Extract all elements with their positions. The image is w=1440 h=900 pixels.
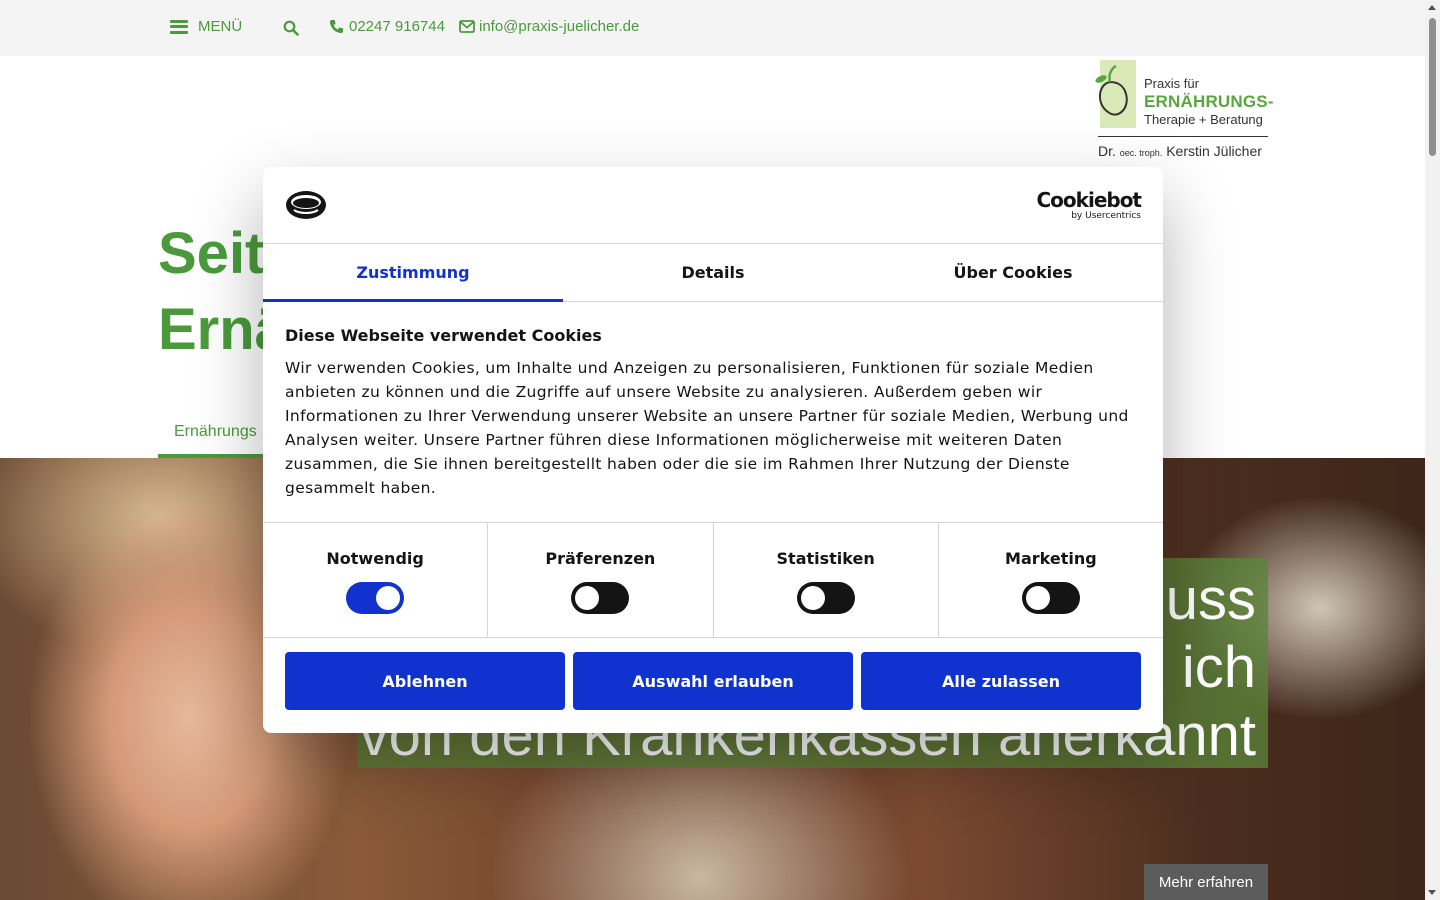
tab-ueber-cookies[interactable]: Über Cookies [863, 244, 1163, 301]
cookie-dialog-header: Cookiebot by Usercentrics [263, 167, 1163, 244]
toggle-group-notwendig: Notwendig [263, 523, 489, 637]
allow-selection-button[interactable]: Auswahl erlauben [573, 652, 853, 710]
toggle-switch-statistiken[interactable] [796, 582, 855, 614]
cookie-category-toggles: Notwendig Präferenzen Statistiken Market… [263, 522, 1163, 638]
toggle-switch-marketing[interactable] [1021, 582, 1080, 614]
cookiebot-brand: Cookiebot by Usercentrics [1036, 188, 1142, 221]
toggle-label-praeferenzen: Präferenzen [545, 549, 656, 568]
toggle-label-notwendig: Notwendig [326, 549, 424, 568]
tab-details[interactable]: Details [563, 244, 863, 301]
cookie-tabs: Zustimmung Details Über Cookies [263, 244, 1163, 302]
toggle-group-statistiken: Statistiken [714, 523, 939, 637]
cookie-dialog-body: Diese Webseite verwendet Cookies Wir ver… [285, 325, 1141, 500]
tab-zustimmung[interactable]: Zustimmung [263, 244, 563, 302]
cookie-logo-icon [286, 191, 326, 219]
cookie-dialog-text: Wir verwenden Cookies, um Inhalte und An… [285, 359, 1129, 497]
toggle-group-praeferenzen: Präferenzen [488, 523, 714, 637]
cookie-dialog-title: Diese Webseite verwendet Cookies [285, 326, 602, 345]
toggle-label-statistiken: Statistiken [776, 549, 875, 568]
allow-all-button[interactable]: Alle zulassen [861, 652, 1141, 710]
decline-button[interactable]: Ablehnen [285, 652, 565, 710]
cookie-action-buttons: Ablehnen Auswahl erlauben Alle zulassen [285, 652, 1141, 710]
toggle-label-marketing: Marketing [1005, 549, 1097, 568]
toggle-group-marketing: Marketing [939, 523, 1163, 637]
cookie-consent-dialog: Cookiebot by Usercentrics Zustimmung Det… [263, 167, 1163, 733]
toggle-switch-praeferenzen[interactable] [571, 582, 630, 614]
toggle-switch-notwendig[interactable] [346, 582, 405, 614]
